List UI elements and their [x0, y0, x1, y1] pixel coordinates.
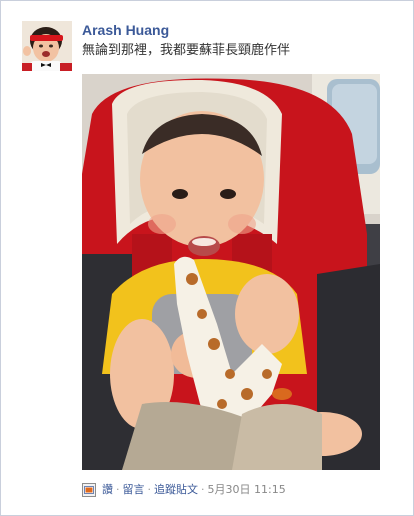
author-avatar[interactable] — [22, 21, 72, 71]
footer-separator: · — [147, 483, 152, 496]
post-photo[interactable] — [82, 74, 380, 470]
author-name-link[interactable]: Arash Huang — [82, 21, 169, 39]
feed-story: Arash Huang 無論到那裡，我都要蘇菲長頸鹿作伴 讚 · 留言 · 追蹤… — [0, 0, 414, 516]
follow-post-link[interactable]: 追蹤貼文 — [154, 482, 198, 498]
photo-post-icon — [82, 483, 96, 497]
footer-separator: · — [201, 483, 205, 496]
post-timestamp[interactable]: 5月30日 11:15 — [208, 482, 286, 498]
comment-link[interactable]: 留言 — [123, 482, 145, 498]
post-footer: 讚 · 留言 · 追蹤貼文 · 5月30日 11:15 — [82, 481, 286, 499]
post-message: 無論到那裡，我都要蘇菲長頸鹿作伴 — [82, 43, 291, 58]
footer-separator: · — [116, 483, 120, 496]
like-link[interactable]: 讚 — [102, 482, 113, 498]
